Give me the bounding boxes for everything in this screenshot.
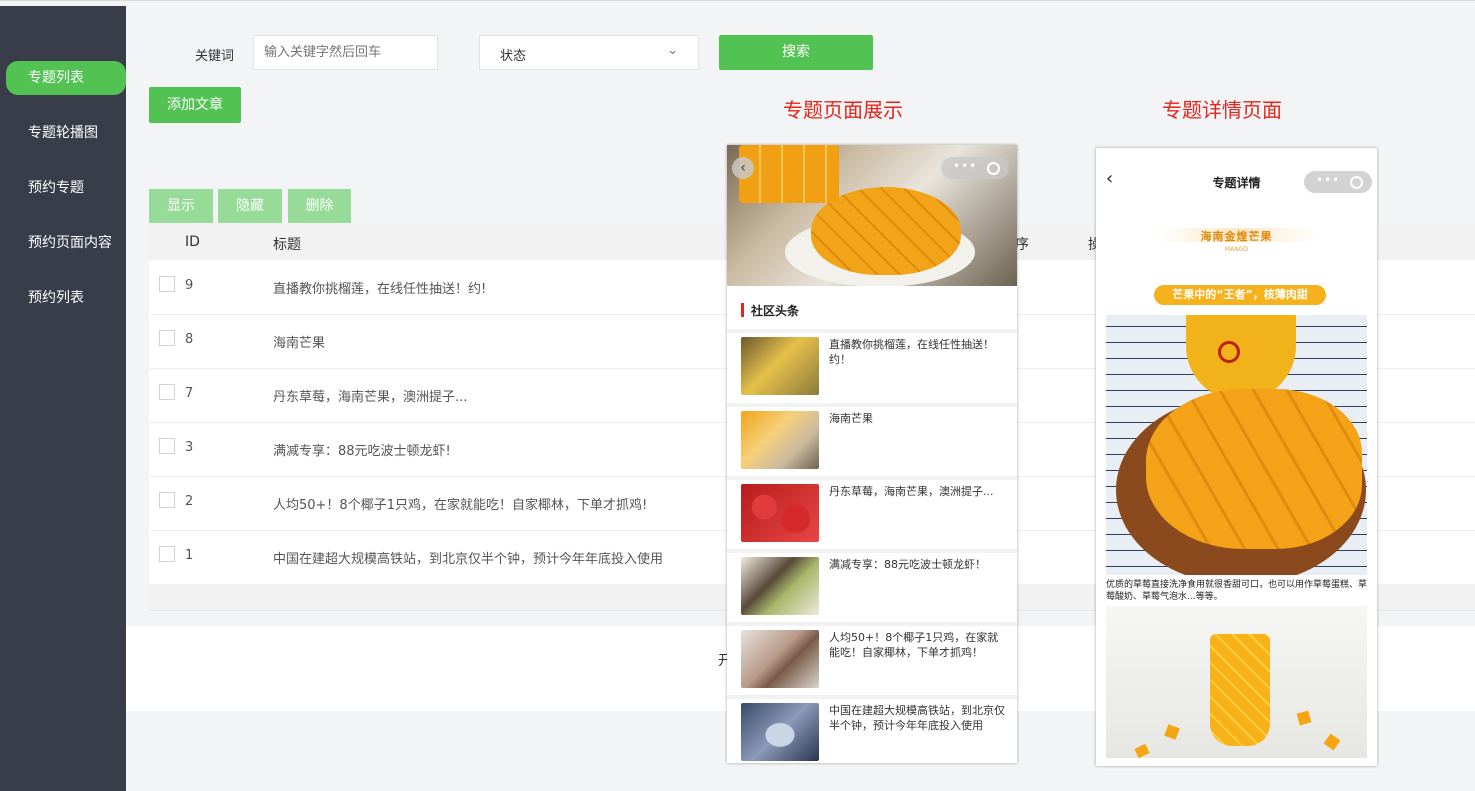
section-accent-bar [741, 303, 744, 317]
close-icon[interactable] [987, 162, 1000, 175]
phone-detail-preview: ‹ 专题详情 ••• 海南金煌芒果 MANGO 芒果中的“王者”，核薄肉甜 优质… [1096, 148, 1377, 766]
thumbnail-railway-station [741, 703, 819, 761]
row-id: 2 [185, 494, 194, 509]
row-id: 8 [185, 332, 194, 347]
cut-mango [1146, 389, 1362, 549]
thumbnail-strawberry [741, 484, 819, 542]
mini-program-capsule[interactable]: ••• [941, 157, 1009, 179]
more-icon[interactable]: ••• [953, 159, 977, 173]
banner-mango-cubes [739, 145, 839, 203]
row-title: 海南芒果 [273, 336, 326, 351]
mango-cube [1323, 733, 1341, 751]
detail-image-mango [1106, 315, 1367, 575]
thumbnail-lobster [741, 557, 819, 615]
sidebar-item-booking-topic[interactable]: 预约专题 [6, 171, 126, 205]
list-item[interactable]: 中国在建超大规模高铁站，到北京仅半个钟，预计今年年底投入使用 [727, 695, 1017, 763]
mango-cube [1296, 710, 1312, 726]
list-item-text: 人均50+！8个椰子1只鸡，在家就能吃！自家椰林，下单才抓鸡！ [829, 631, 999, 659]
row-id: 7 [185, 386, 194, 401]
row-id: 9 [185, 278, 194, 293]
annotation-detail-page: 专题详情页面 [1162, 98, 1282, 122]
back-icon[interactable]: ‹ [732, 157, 754, 179]
col-header-title: 标题 [273, 237, 301, 253]
top-border [0, 0, 1475, 1]
mini-program-capsule[interactable]: ••• [1304, 171, 1372, 193]
list-item[interactable]: 直播教你挑榴莲，在线任性抽送！约！ [727, 329, 1017, 403]
sidebar-item-topic-carousel[interactable]: 专题轮播图 [6, 116, 126, 150]
more-icon[interactable]: ••• [1316, 173, 1340, 187]
row-checkbox[interactable] [159, 330, 175, 346]
status-select[interactable]: 状态 ⌄ [479, 35, 699, 70]
search-button[interactable]: 搜索 [719, 35, 873, 70]
col-header-id: ID [185, 234, 200, 250]
sidebar-item-booking-page-content[interactable]: 预约页面内容 [6, 226, 126, 260]
detail-image-mango-cup [1106, 606, 1367, 759]
list-item[interactable]: 丹东草莓，海南芒果，澳洲提子... [727, 476, 1017, 550]
hide-button[interactable]: 隐藏 [218, 189, 282, 223]
row-id: 1 [185, 548, 194, 563]
list-item-text: 直播教你挑榴莲，在线任性抽送！约！ [829, 338, 994, 366]
glass-cup [1210, 634, 1270, 746]
row-title: 中国在建超大规模高铁站，到北京仅半个钟，预计今年年底投入使用 [273, 552, 664, 567]
chevron-down-icon: ⌄ [667, 43, 678, 58]
thumbnail-coconut-chicken [741, 630, 819, 688]
row-title: 直播教你挑榴莲，在线任性抽送！约! [273, 282, 487, 297]
row-title: 人均50+！8个椰子1只鸡，在家就能吃！自家椰林，下单才抓鸡! [273, 498, 648, 513]
mango-label-sticker [1218, 341, 1240, 363]
status-select-value: 状态 [500, 49, 527, 64]
row-checkbox[interactable] [159, 492, 175, 508]
banner-title: 海南金煌芒果 [1200, 230, 1273, 243]
list-item[interactable]: 满减专享：88元吃波士顿龙虾！ [727, 549, 1017, 623]
col-header-sort: 序 [1015, 237, 1029, 253]
show-button[interactable]: 显示 [149, 189, 213, 223]
row-title: 满减专享：88元吃波士顿龙虾! [273, 444, 451, 459]
mango-cube [1164, 724, 1180, 740]
row-checkbox[interactable] [159, 438, 175, 454]
list-item-text: 海南芒果 [829, 412, 873, 425]
sidebar: 专题列表 专题轮播图 预约专题 预约页面内容 预约列表 [0, 6, 126, 791]
feature-tag: 芒果中的“王者”，核薄肉甜 [1154, 285, 1326, 305]
mango-cube [1134, 743, 1150, 759]
list-item-text: 中国在建超大规模高铁站，到北京仅半个钟，预计今年年底投入使用 [829, 704, 1005, 732]
banner-subtitle: MANGO [1224, 246, 1249, 253]
section-title: 社区头条 [751, 304, 800, 318]
row-title: 丹东草莓，海南芒果，澳洲提子... [273, 390, 468, 405]
row-id: 3 [185, 440, 194, 455]
thumbnail-durian [741, 337, 819, 395]
delete-button[interactable]: 删除 [288, 189, 351, 223]
row-checkbox[interactable] [159, 546, 175, 562]
list-item-text: 满减专享：88元吃波士顿龙虾！ [829, 558, 986, 571]
sidebar-item-booking-list[interactable]: 预约列表 [6, 281, 126, 315]
phone-list-preview: ‹ ••• 社区头条 直播教你挑榴莲，在线任性抽送！约！ 海南芒果 丹东草莓，海… [727, 145, 1017, 763]
list-item[interactable]: 海南芒果 [727, 403, 1017, 477]
close-icon[interactable] [1350, 176, 1363, 189]
detail-description: 优质的草莓直接洗净食用就很香甜可口，也可以用作草莓蛋糕、草莓酸奶、草莓气泡水..… [1106, 580, 1368, 602]
thumbnail-mango [741, 411, 819, 469]
list-item[interactable]: 人均50+！8个椰子1只鸡，在家就能吃！自家椰林，下单才抓鸡！ [727, 622, 1017, 696]
keyword-label: 关键词 [195, 49, 235, 64]
row-checkbox[interactable] [159, 384, 175, 400]
annotation-list-page: 专题页面展示 [783, 98, 903, 122]
sidebar-item-topic-list[interactable]: 专题列表 [6, 61, 126, 95]
keyword-input[interactable] [253, 35, 438, 70]
list-item-text: 丹东草莓，海南芒果，澳洲提子... [829, 485, 994, 498]
section-header: 社区头条 [727, 293, 1017, 329]
add-article-button[interactable]: 添加文章 [149, 87, 241, 123]
row-checkbox[interactable] [159, 276, 175, 292]
